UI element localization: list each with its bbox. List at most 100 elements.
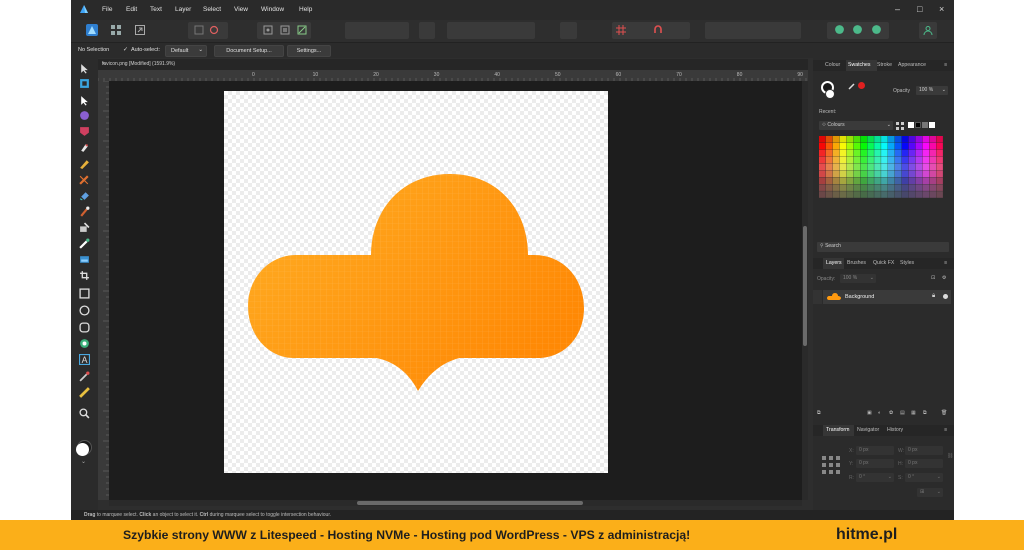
- layer-settings-gear-icon[interactable]: ⚙: [942, 275, 946, 281]
- crop-tool-icon[interactable]: [79, 270, 90, 281]
- color-swatch[interactable]: [888, 163, 895, 171]
- color-swatch[interactable]: [901, 136, 909, 143]
- color-swatch[interactable]: [853, 170, 861, 178]
- no-color-swatch[interactable]: [858, 82, 865, 89]
- color-swatch[interactable]: [867, 163, 874, 171]
- snapping-icon[interactable]: [297, 25, 307, 35]
- menu-layer[interactable]: Layer: [175, 6, 191, 13]
- close-window-button[interactable]: ×: [939, 4, 944, 14]
- color-swatch[interactable]: [819, 184, 826, 191]
- flip-button[interactable]: [560, 22, 577, 39]
- adjustment-layer-icon[interactable]: ◐: [878, 410, 881, 416]
- color-swatch[interactable]: [922, 163, 930, 171]
- color-swatch[interactable]: [936, 156, 943, 164]
- color-swatch[interactable]: [915, 136, 923, 143]
- color-swatch[interactable]: [929, 191, 936, 198]
- color-swatch[interactable]: [881, 149, 888, 157]
- color-swatch[interactable]: [901, 163, 909, 171]
- color-swatch[interactable]: [881, 163, 888, 171]
- move-tool-icon[interactable]: [79, 63, 90, 74]
- vertical-scroll-thumb[interactable]: [803, 226, 807, 346]
- w-field[interactable]: 0 px: [905, 446, 943, 455]
- color-swatch[interactable]: [922, 191, 930, 198]
- color-swatch[interactable]: [832, 142, 840, 150]
- color-swatch[interactable]: [908, 191, 916, 198]
- document-tab[interactable]: favicon.png [Modified] (1591.9%) ×: [98, 59, 808, 70]
- color-swatch[interactable]: [867, 170, 874, 178]
- zoom-tool-icon[interactable]: [79, 408, 90, 419]
- color-swatch[interactable]: [819, 163, 826, 171]
- color-swatch[interactable]: [860, 136, 867, 143]
- color-swatch[interactable]: [894, 177, 902, 184]
- color-swatch[interactable]: [853, 156, 861, 164]
- swatch-cells[interactable]: [819, 136, 943, 198]
- color-swatch[interactable]: [888, 184, 895, 191]
- color-swatch[interactable]: [846, 149, 854, 157]
- color-swatch[interactable]: [867, 184, 874, 191]
- canvas-area[interactable]: [109, 81, 802, 500]
- color-swatch[interactable]: [860, 191, 867, 198]
- color-swatch[interactable]: [922, 177, 930, 184]
- auto-select-dropdown[interactable]: Default ⌄: [165, 45, 207, 57]
- color-swatch[interactable]: [853, 184, 861, 191]
- pencil-tool-icon[interactable]: [79, 158, 90, 169]
- color-swatch[interactable]: [867, 156, 874, 164]
- color-swatch[interactable]: [888, 156, 895, 164]
- color-swatch[interactable]: [881, 184, 888, 191]
- color-swatch[interactable]: [936, 163, 943, 171]
- panel-menu-icon[interactable]: ≡: [944, 427, 947, 433]
- color-swatch[interactable]: [846, 184, 854, 191]
- settings-button[interactable]: Settings...: [287, 45, 331, 57]
- color-swatch[interactable]: [853, 177, 861, 184]
- color-swatch[interactable]: [860, 156, 867, 164]
- color-swatch[interactable]: [860, 149, 867, 157]
- color-swatch[interactable]: [867, 136, 874, 143]
- color-swatch[interactable]: [832, 191, 840, 198]
- group-layers-icon[interactable]: ▤: [900, 410, 905, 416]
- color-swatch[interactable]: [894, 163, 902, 171]
- horizontal-scrollbar[interactable]: [109, 500, 802, 506]
- color-swatch[interactable]: [936, 177, 943, 184]
- artboard[interactable]: [224, 91, 608, 473]
- color-swatch[interactable]: [825, 149, 833, 157]
- swatch-white-2[interactable]: [929, 122, 935, 128]
- tab-quick-fx[interactable]: Quick FX: [873, 260, 894, 266]
- color-swatch[interactable]: [846, 170, 854, 178]
- node-tool-icon[interactable]: [79, 95, 90, 106]
- color-swatch[interactable]: [894, 156, 902, 164]
- h-field[interactable]: 0 px: [905, 459, 943, 468]
- y-field[interactable]: 0 px: [856, 459, 894, 468]
- color-swatch[interactable]: [922, 149, 930, 157]
- color-swatch[interactable]: [819, 156, 826, 164]
- transparency-tool-icon[interactable]: [79, 238, 90, 249]
- color-swatch[interactable]: [846, 191, 854, 198]
- color-swatch[interactable]: [929, 163, 936, 171]
- color-swatch[interactable]: [874, 142, 881, 150]
- color-swatch[interactable]: [915, 184, 923, 191]
- color-swatch[interactable]: [860, 184, 867, 191]
- palette-dropdown[interactable]: ⟐ Colours ⌄: [819, 121, 893, 130]
- color-swatch[interactable]: [860, 177, 867, 184]
- opacity-field[interactable]: 100 % ⌄: [916, 86, 948, 95]
- color-swatch[interactable]: [888, 177, 895, 184]
- add-pixel-layer-icon[interactable]: ▦: [911, 410, 916, 416]
- color-swatch[interactable]: [874, 136, 881, 143]
- ellipse-tool-icon[interactable]: [79, 305, 90, 316]
- color-swatch[interactable]: [832, 177, 840, 184]
- rounded-rectangle-tool-icon[interactable]: [79, 322, 90, 333]
- color-swatch[interactable]: [915, 163, 923, 171]
- color-swatch[interactable]: [839, 170, 847, 178]
- color-swatch[interactable]: [929, 177, 936, 184]
- view-mode-two-icon[interactable]: [852, 24, 863, 35]
- color-swatch[interactable]: [874, 156, 881, 164]
- color-swatch[interactable]: [819, 142, 826, 150]
- color-swatch[interactable]: [929, 156, 936, 164]
- primary-color-swatch[interactable]: [76, 443, 89, 456]
- rectangle-tool-icon[interactable]: [79, 288, 90, 299]
- color-swatch[interactable]: [929, 136, 936, 143]
- color-swatch[interactable]: [819, 149, 826, 157]
- menu-edit[interactable]: Edit: [126, 6, 137, 13]
- color-swatch[interactable]: [832, 149, 840, 157]
- color-swatch[interactable]: [915, 191, 923, 198]
- color-swatch[interactable]: [819, 170, 826, 178]
